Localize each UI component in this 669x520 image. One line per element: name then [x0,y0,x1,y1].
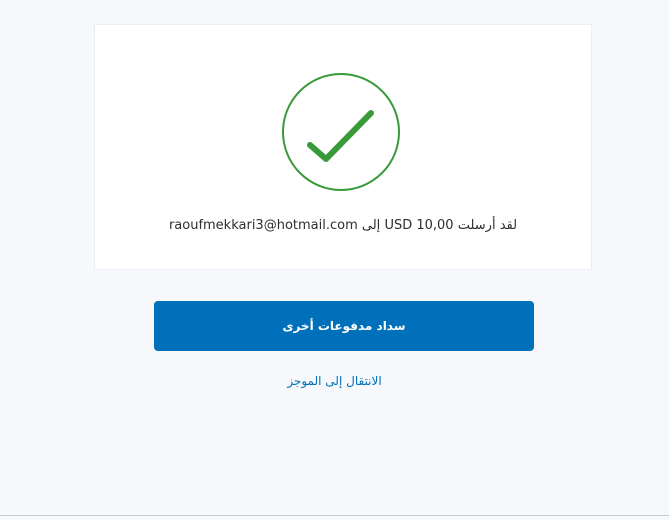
checkmark-circle-icon [281,72,401,192]
payment-confirmation-page: لقد أرسلت USD 10,00 إلى raoufmekkari3@ho… [0,0,669,520]
confirmation-card: لقد أرسلت USD 10,00 إلى raoufmekkari3@ho… [94,24,592,270]
confirmation-message: لقد أرسلت USD 10,00 إلى raoufmekkari3@ho… [168,218,518,233]
send-another-payment-button[interactable]: سداد مدفوعات أخرى [154,301,534,351]
divider [0,515,669,516]
go-to-summary-link[interactable]: الانتقال إلى الموجز [0,374,669,388]
